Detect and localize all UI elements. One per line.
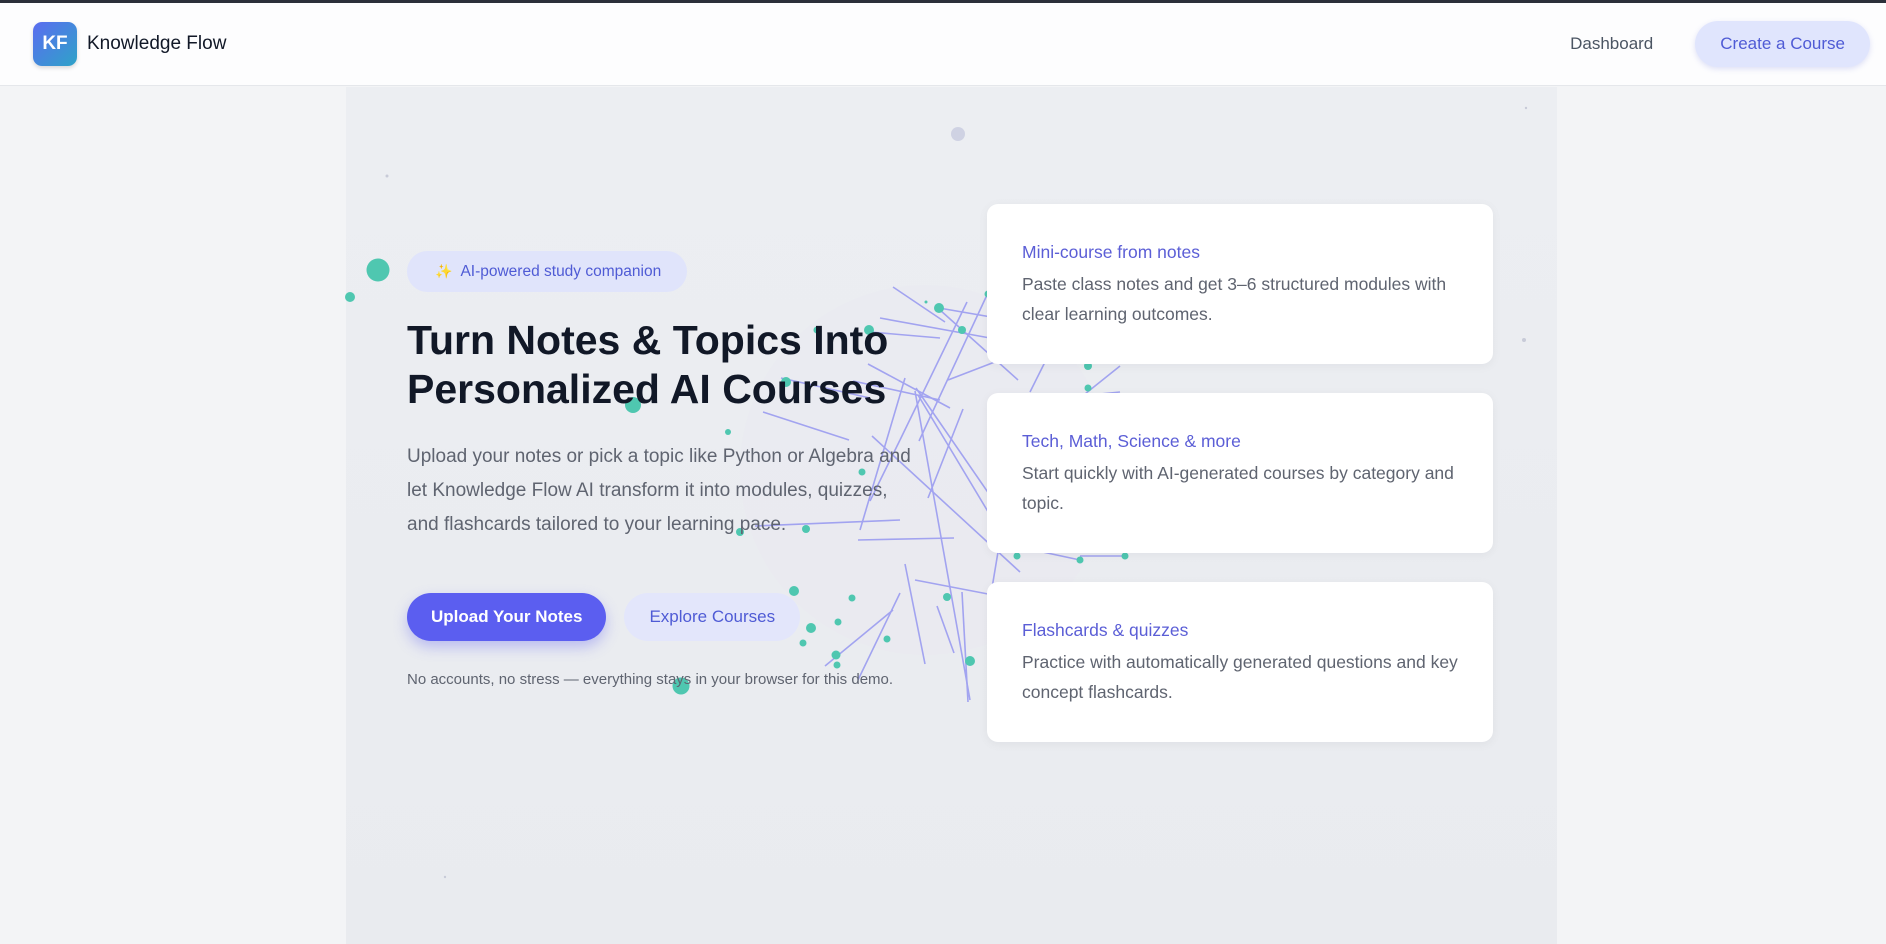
hero-actions: Upload Your Notes Explore Courses bbox=[407, 593, 927, 641]
feature-card-notes: Mini-course from notes Paste class notes… bbox=[987, 204, 1493, 364]
badge-label: AI-powered study companion bbox=[460, 262, 662, 280]
hero-section: ✨ AI-powered study companion Turn Notes … bbox=[407, 251, 927, 688]
sparkle-icon: ✨ bbox=[435, 263, 453, 279]
top-nav: KF Knowledge Flow Dashboard Create a Cou… bbox=[0, 3, 1886, 86]
hero-description: Upload your notes or pick a topic like P… bbox=[407, 446, 911, 535]
feature-card-flashcards: Flashcards & quizzes Practice with autom… bbox=[987, 582, 1493, 742]
feature-title: Mini-course from notes bbox=[1022, 242, 1200, 262]
ai-badge: ✨ AI-powered study companion bbox=[407, 251, 688, 292]
feature-title: Tech, Math, Science & more bbox=[1022, 431, 1241, 451]
create-course-button[interactable]: Create a Course bbox=[1695, 21, 1870, 67]
feature-cards: Mini-course from notes Paste class notes… bbox=[987, 204, 1493, 771]
feature-text: Paste class notes and get 3–6 structured… bbox=[1022, 274, 1447, 324]
hero-title: Turn Notes & Topics Into Personalized AI… bbox=[407, 317, 889, 412]
brand[interactable]: KF Knowledge Flow bbox=[33, 22, 226, 66]
logo: KF bbox=[33, 22, 77, 66]
feature-text: Practice with automatically generated qu… bbox=[1022, 652, 1458, 702]
nav-links: Dashboard Create a Course bbox=[1570, 21, 1870, 67]
feature-text: Start quickly with AI-generated courses … bbox=[1022, 463, 1454, 513]
explore-courses-button[interactable]: Explore Courses bbox=[624, 593, 801, 641]
feature-card-categories: Tech, Math, Science & more Start quickly… bbox=[987, 393, 1493, 553]
feature-title: Flashcards & quizzes bbox=[1022, 620, 1189, 640]
privacy-note: No accounts, no stress — everything stay… bbox=[407, 671, 894, 688]
upload-notes-button[interactable]: Upload Your Notes bbox=[407, 593, 607, 641]
brand-name: Knowledge Flow bbox=[87, 33, 227, 54]
nav-dashboard-link[interactable]: Dashboard bbox=[1570, 34, 1653, 54]
